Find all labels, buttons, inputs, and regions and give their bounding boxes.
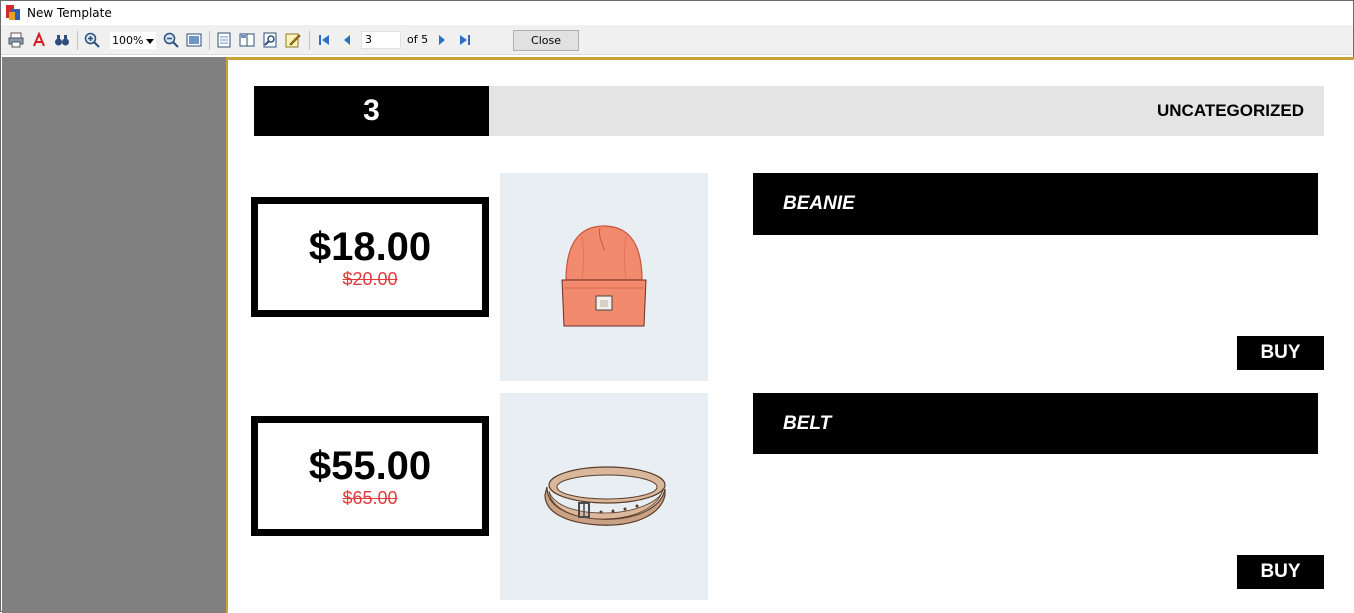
edit-icon[interactable] <box>284 31 302 49</box>
category-name: UNCATEGORIZED <box>1156 101 1304 120</box>
chevron-down-icon <box>146 39 154 44</box>
next-page-icon[interactable] <box>433 31 451 49</box>
toolbar-separator <box>209 31 210 50</box>
toolbar-separator <box>309 31 310 50</box>
page-count-label: of 5 <box>407 33 429 46</box>
fit-page-icon[interactable] <box>185 31 203 49</box>
product-name-bar: BEANIE <box>753 173 1318 235</box>
category-number: 3 <box>254 86 489 136</box>
two-page-icon[interactable] <box>238 31 256 49</box>
product-image <box>500 393 708 600</box>
zoom-value: 100% <box>112 34 144 47</box>
product-name: BEANIE <box>783 193 855 214</box>
old-price: $20.00 <box>342 269 398 289</box>
belt-icon <box>544 465 666 526</box>
pdf-icon[interactable] <box>30 31 48 49</box>
title-bar: New Template <box>1 1 1353 25</box>
zoom-in-icon[interactable] <box>83 31 101 49</box>
price: $18.00 <box>308 225 432 269</box>
close-button[interactable]: Close <box>513 30 579 51</box>
product-name-bar: BELT <box>753 393 1318 454</box>
old-price: $65.00 <box>342 488 398 508</box>
print-icon[interactable] <box>7 31 25 49</box>
page-number-input[interactable]: 3 <box>361 31 401 49</box>
single-page-icon[interactable] <box>215 31 233 49</box>
toolbar: 100% 3 of 5 Close <box>1 25 1353 55</box>
buy-button[interactable]: BUY <box>1237 555 1324 589</box>
category-name-bar: UNCATEGORIZED <box>489 86 1324 136</box>
price-box: $55.00 $65.00 <box>251 416 489 536</box>
buy-button[interactable]: BUY <box>1237 336 1324 370</box>
find-icon[interactable] <box>53 31 71 49</box>
price-box: $18.00 $20.00 <box>251 197 489 317</box>
prev-page-icon[interactable] <box>338 31 356 49</box>
zoom-select[interactable]: 100% <box>109 31 157 50</box>
last-page-icon[interactable] <box>456 31 474 49</box>
toolbar-separator <box>77 31 78 50</box>
report-viewer-window: New Template 100% 3 of 5 Close 3 UNCATEG… <box>0 0 1354 613</box>
left-gutter <box>2 57 226 613</box>
beanie-icon <box>561 225 647 327</box>
app-icon <box>5 5 21 21</box>
product-name: BELT <box>783 412 832 434</box>
first-page-icon[interactable] <box>315 31 333 49</box>
window-title: New Template <box>27 6 112 20</box>
price: $55.00 <box>308 444 432 488</box>
zoom-out-icon[interactable] <box>162 31 180 49</box>
search-icon[interactable] <box>261 31 279 49</box>
product-image <box>500 173 708 381</box>
